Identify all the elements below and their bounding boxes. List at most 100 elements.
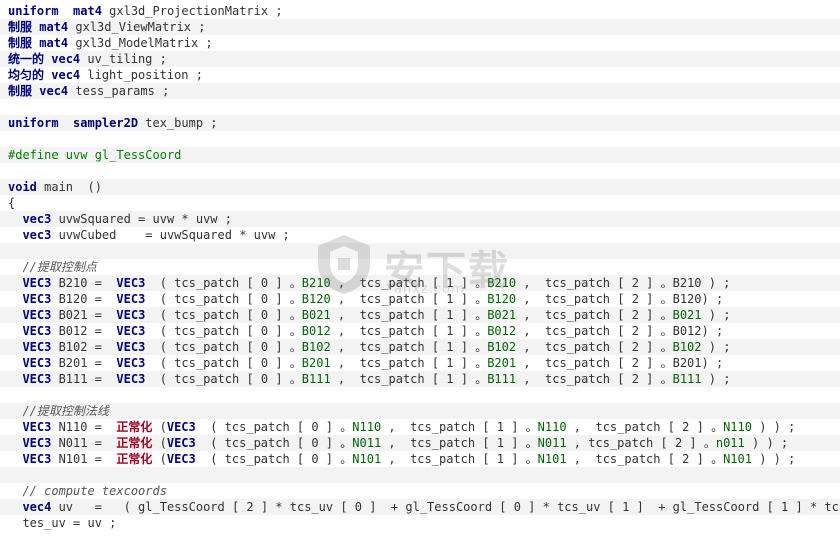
code-token: mat4 [39, 20, 69, 34]
code-token: , tcs_patch [ 2 ] 。B120) ; [516, 292, 724, 306]
code-token: B111 = [51, 372, 117, 386]
code-line[interactable]: 统一的 vec4 uv_tiling ; [0, 51, 840, 67]
code-token: B102 [301, 340, 331, 354]
code-token: B111 [301, 372, 331, 386]
code-line[interactable]: VEC3 B201 = VEC3 ( tcs_patch [ 0 ] 。B201… [0, 355, 840, 371]
code-line[interactable] [0, 131, 840, 147]
code-token: VEC3 [22, 324, 52, 338]
code-token: , tcs_patch [ 2 ] 。B201) ; [516, 356, 724, 370]
code-line[interactable]: // compute texcoords [0, 483, 840, 499]
code-line[interactable] [0, 467, 840, 483]
code-token: B210 [301, 276, 331, 290]
code-token: light_position ; [80, 68, 203, 82]
code-line[interactable] [0, 99, 840, 115]
code-token: uniform [8, 116, 59, 130]
code-line[interactable]: VEC3 B021 = VEC3 ( tcs_patch [ 0 ] 。B021… [0, 307, 840, 323]
code-token: VEC3 [22, 308, 52, 322]
code-token: mat4 [39, 36, 69, 50]
code-token: VEC3 [116, 308, 146, 322]
code-line[interactable]: VEC3 B111 = VEC3 ( tcs_patch [ 0 ] 。B111… [0, 371, 840, 387]
code-line[interactable]: vec3 uvwCubed = uvwSquared * uvw ; [0, 227, 840, 243]
code-line[interactable]: VEC3 N011 = 正常化 (VEC3 ( tcs_patch [ 0 ] … [0, 435, 840, 451]
code-token: vec4 [39, 84, 69, 98]
code-token: ( [152, 436, 167, 450]
code-token: VEC3 [22, 436, 52, 450]
code-token: B102 [487, 340, 517, 354]
code-line[interactable]: VEC3 B210 = VEC3 ( tcs_patch [ 0 ] 。B210… [0, 275, 840, 291]
code-token: ( tcs_patch [ 0 ] 。 [145, 292, 302, 306]
code-token: vec4 [51, 68, 81, 82]
code-token: N110 [352, 420, 382, 434]
code-token: N101 [352, 452, 382, 466]
code-token: 提取控制法线 [36, 404, 109, 418]
code-token: N110 [723, 420, 752, 434]
code-token: B102 [672, 340, 702, 354]
code-token: B120 = [51, 292, 117, 306]
code-token: ) ; [701, 372, 731, 386]
code-token: VEC3 [22, 452, 52, 466]
code-line[interactable]: VEC3 N101 = 正常化 (VEC3 ( tcs_patch [ 0 ] … [0, 451, 840, 467]
code-token: N101 [723, 452, 752, 466]
code-token: VEC3 [22, 420, 52, 434]
code-line[interactable]: uniform mat4 gxl3d_ProjectionMatrix ; [0, 3, 840, 19]
code-line[interactable]: void main () [0, 179, 840, 195]
code-token: VEC3 [22, 292, 52, 306]
code-line[interactable]: VEC3 B012 = VEC3 ( tcs_patch [ 0 ] 。B012… [0, 323, 840, 339]
code-token: VEC3 [166, 436, 196, 450]
code-line[interactable]: 制服 mat4 gxl3d_ViewMatrix ; [0, 19, 840, 35]
code-token: , tcs_patch [ 1 ] 。 [381, 436, 538, 450]
code-line[interactable]: uniform sampler2D tex_bump ; [0, 115, 840, 131]
code-token: tess_params ; [68, 84, 170, 98]
code-token: gxl3d_ProjectionMatrix ; [101, 4, 283, 18]
code-line[interactable] [0, 163, 840, 179]
code-token: , tcs_patch [ 1 ] 。 [381, 420, 538, 434]
code-token: // [22, 260, 37, 274]
code-line[interactable]: 均匀的 vec4 light_position ; [0, 67, 840, 83]
code-line[interactable]: 制服 mat4 gxl3d_ModelMatrix ; [0, 35, 840, 51]
code-token: mat4 [73, 4, 102, 18]
code-token: VEC3 [116, 292, 146, 306]
code-line[interactable] [0, 243, 840, 259]
code-line[interactable]: 制服 vec4 tess_params ; [0, 83, 840, 99]
code-token: VEC3 [116, 372, 146, 386]
code-line[interactable]: #define uvw gl_TessCoord [0, 147, 840, 163]
code-line[interactable]: //提取控制法线 [0, 403, 840, 419]
code-line[interactable]: VEC3 B102 = VEC3 ( tcs_patch [ 0 ] 。B102… [0, 339, 840, 355]
code-line[interactable]: //提取控制点 [0, 259, 840, 275]
code-token: 制服 [8, 36, 33, 50]
code-token: N110 = [51, 420, 117, 434]
code-token: , tcs_patch [ 1 ] 。 [330, 308, 488, 322]
code-token: B201 [487, 356, 517, 370]
code-token: uvwCubed = uvwSquared * uvw ; [51, 228, 290, 242]
code-token: , tcs_patch [ 2 ] 。 [566, 452, 724, 466]
code-token: sampler2D [73, 116, 139, 130]
code-token: gxl3d_ModelMatrix ; [68, 36, 213, 50]
code-line[interactable]: vec3 uvwSquared = uvw * uvw ; [0, 211, 840, 227]
code-token: main () [36, 180, 102, 194]
code-token: // [22, 404, 37, 418]
code-token: , tcs_patch [ 2 ] 。B012) ; [516, 324, 724, 338]
code-line[interactable]: VEC3 B120 = VEC3 ( tcs_patch [ 0 ] 。 B120… [0, 291, 840, 307]
code-line[interactable]: { [0, 195, 840, 211]
code-token: tes_uv = uv ; [8, 516, 117, 530]
code-token: VEC3 [22, 340, 52, 354]
code-token: B201 [301, 356, 331, 370]
code-token: , tcs_patch [ 2 ] 。 [516, 340, 673, 354]
code-token: B210 = [51, 276, 117, 290]
code-line[interactable]: VEC3 N110 = 正常化 (VEC3 ( tcs_patch [ 0 ] … [0, 419, 840, 435]
code-token: ) ; [701, 308, 731, 322]
code-token: , tcs_patch [ 2 ] 。B210 ) ; [516, 276, 731, 290]
code-line[interactable] [0, 387, 840, 403]
code-line[interactable]: tes_uv = uv ; [0, 515, 840, 531]
code-token: 制服 [8, 84, 33, 98]
code-token: VEC3 [22, 356, 52, 370]
code-token: B120 [487, 292, 517, 306]
code-token: VEC3 [22, 276, 52, 290]
code-editor[interactable]: uniform mat4 gxl3d_ProjectionMatrix ; 制服 … [0, 0, 840, 545]
code-line[interactable]: vec4 uv = ( gl_TessCoord [ 2 ] * tcs_uv … [0, 499, 840, 515]
